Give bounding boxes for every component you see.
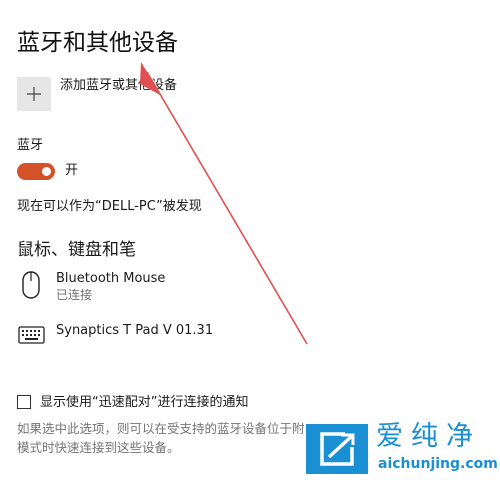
section-title: 鼠标、键盘和笔 [17, 240, 136, 260]
bluetooth-toggle-state: 开 [65, 163, 79, 178]
device-name: Bluetooth Mouse [56, 271, 166, 286]
device-status: 已连接 [56, 288, 93, 302]
swift-pair-label[interactable]: 显示使用“迅速配对”进行连接的通知 [40, 394, 248, 412]
device-name: Synaptics T Pad V 01.31 [56, 323, 214, 338]
keyboard-icon [18, 326, 45, 344]
device-item-keyboard[interactable]: Synaptics T Pad V 01.31 [17, 318, 277, 348]
add-device-button[interactable] [17, 77, 51, 111]
description-line-2: 模式时快速连接到这些设备。 [17, 440, 180, 455]
watermark-url: aichunjing.com [378, 456, 498, 472]
description-line-1: 如果选中此选项，则可以在受支持的蓝牙设备位于附 [17, 421, 305, 436]
device-item-mouse[interactable]: Bluetooth Mouse 已连接 [17, 266, 277, 306]
bluetooth-label: 蓝牙 [17, 138, 44, 153]
watermark: 爱纯净 aichunjing.com [306, 418, 498, 476]
plus-icon [27, 87, 41, 101]
toggle-knob [42, 167, 51, 176]
add-device-label[interactable]: 添加蓝牙或其他设备 [60, 77, 177, 95]
discoverable-text: 现在可以作为“DELL-PC”被发现 [17, 199, 202, 214]
page-title: 蓝牙和其他设备 [17, 30, 178, 56]
mouse-icon [22, 271, 40, 299]
bluetooth-toggle[interactable] [17, 163, 55, 180]
swift-pair-checkbox[interactable] [17, 395, 31, 409]
logo-icon [306, 424, 368, 474]
watermark-name: 爱纯净 [376, 421, 481, 452]
swift-pair-description: 如果选中此选项，则可以在受支持的蓝牙设备位于附 模式时快速连接到这些设备。 [17, 419, 317, 457]
